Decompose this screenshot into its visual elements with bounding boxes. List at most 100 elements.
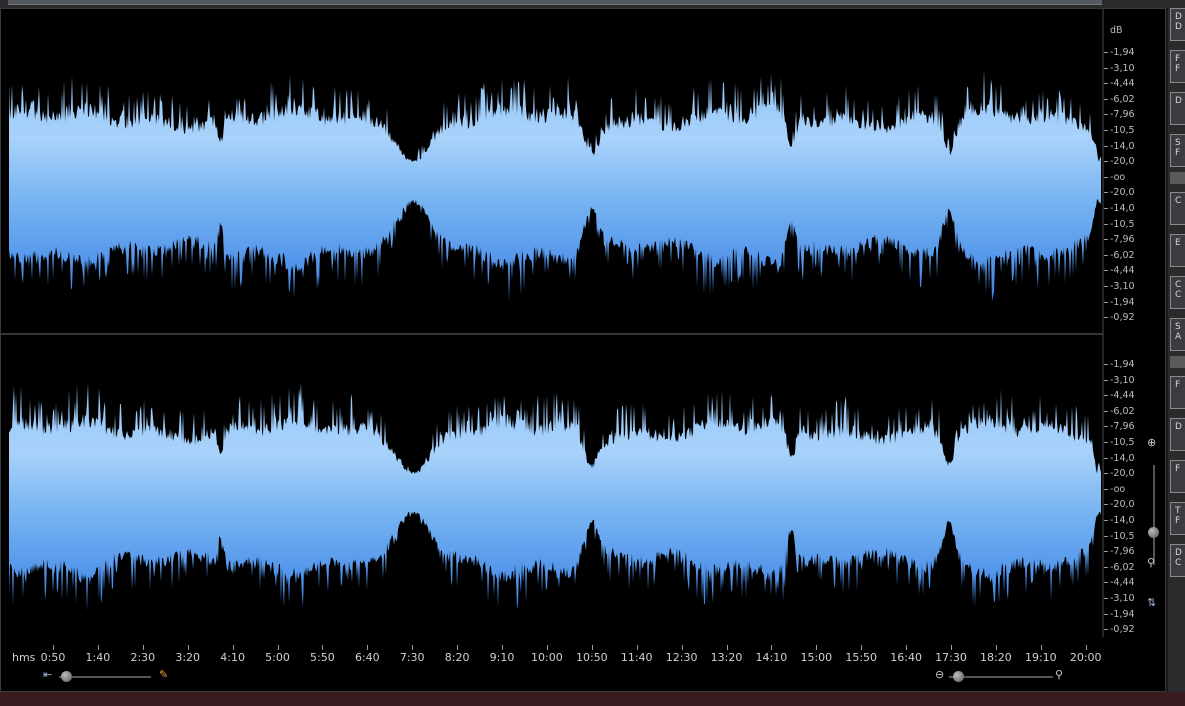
db-tick-label: -10,5 — [1104, 125, 1135, 136]
scroll-home-icon[interactable]: ⇤ — [43, 669, 52, 680]
scroll-slider-track[interactable] — [59, 676, 151, 678]
vertical-zoom-knob[interactable] — [1148, 527, 1159, 538]
db-tick-label: -20,0 — [1104, 468, 1135, 479]
sidebar-module-button[interactable]: D — [1170, 92, 1185, 125]
time-tick-label: 1:40 — [85, 651, 111, 664]
time-tick-label: 6:40 — [354, 651, 380, 664]
scroll-vertical-icon[interactable]: ⇅ — [1147, 597, 1156, 608]
db-tick-label: -0,92 — [1104, 312, 1135, 323]
time-tick — [457, 645, 459, 650]
db-tick-label: -3,10 — [1104, 63, 1135, 74]
zoom-out-icon[interactable]: ⊖ — [935, 669, 944, 680]
db-tick-label: -oo — [1104, 484, 1125, 495]
time-tick-label: 15:50 — [845, 651, 878, 664]
sidebar-module-button[interactable]: F — [1170, 376, 1185, 409]
db-tick-label: -10,5 — [1104, 437, 1135, 448]
db-tick-label: -0,92 — [1104, 624, 1135, 635]
zoom-in-icon[interactable]: ⊕ — [1147, 437, 1156, 448]
db-tick-label: -6,02 — [1104, 562, 1135, 573]
time-tick-label: 12:30 — [665, 651, 698, 664]
time-ruler[interactable]: hms 0:50 1:40 2:30 3:20 4:10 5:00 5:50 6:40 7:30… — [9, 645, 1103, 669]
time-tick-label: 0:50 — [40, 651, 66, 664]
time-tick-label: 10:00 — [531, 651, 563, 664]
bottom-panel — [0, 692, 1185, 706]
time-tick — [1040, 645, 1042, 650]
sidebar-module-button[interactable]: C C — [1170, 276, 1185, 309]
db-tick-label: -4,44 — [1104, 265, 1135, 276]
time-tick-label: 17:30 — [935, 651, 967, 664]
db-unit-label: dB — [1110, 25, 1123, 36]
db-tick-label: -7,96 — [1104, 421, 1135, 432]
sidebar-module-button[interactable]: E — [1170, 234, 1185, 267]
time-tick-label: 19:10 — [1024, 651, 1057, 664]
sidebar-module-button[interactable]: T F — [1170, 502, 1185, 535]
sidebar-module-button[interactable]: S A — [1170, 318, 1185, 351]
sidebar-module-button[interactable]: S F — [1170, 134, 1185, 167]
waveform-channel-left — [9, 68, 1101, 302]
time-tick — [995, 645, 997, 650]
pencil-icon[interactable]: ✎ — [159, 669, 168, 680]
db-tick-label: -6,02 — [1104, 250, 1135, 261]
sidebar-module-button[interactable]: D D — [1170, 8, 1185, 41]
db-tick-label: -20,0 — [1104, 187, 1135, 198]
zoom-fit-icon[interactable]: ⚲ — [1055, 669, 1063, 680]
db-tick-label: -14,0 — [1104, 453, 1135, 464]
waveform-display[interactable] — [1, 9, 1165, 691]
time-tick-label: 5:50 — [310, 651, 335, 664]
sidebar-module-button[interactable]: D — [1170, 418, 1185, 451]
time-tick — [816, 645, 818, 650]
vertical-zoom-out-icon[interactable]: ⚲ — [1147, 557, 1155, 568]
time-tick-label: 10:50 — [575, 651, 608, 664]
sidebar-module-button[interactable]: C — [1170, 192, 1185, 225]
time-tick-label: 14:10 — [755, 651, 788, 664]
db-tick-label: -20,0 — [1104, 156, 1135, 167]
db-tick-label: -20,0 — [1104, 499, 1135, 510]
time-tick — [187, 645, 189, 650]
time-tick — [771, 645, 773, 650]
waveform-editor[interactable]: dB -1,94 -3,10 -4,44 -6,02 -7,96 -10,5 -14,0 -2… — [0, 8, 1166, 692]
time-tick-label: 18:20 — [980, 651, 1012, 664]
db-tick-label: -14,0 — [1104, 203, 1135, 214]
sidebar-divider — [1170, 356, 1185, 368]
db-tick-label: -14,0 — [1104, 515, 1135, 526]
db-tick-label: -7,96 — [1104, 234, 1135, 245]
time-tick — [232, 645, 234, 650]
time-tick-label: 5:00 — [265, 651, 290, 664]
db-tick-label: -1,94 — [1104, 47, 1135, 58]
db-tick-label: -6,02 — [1104, 406, 1135, 417]
db-tick-label: -1,94 — [1104, 359, 1135, 370]
time-tick — [322, 645, 324, 650]
sidebar-module-button[interactable]: F — [1170, 460, 1185, 493]
time-format-label[interactable]: hms — [12, 651, 35, 664]
time-tick-label: 3:20 — [175, 651, 201, 664]
time-tick-label: 20:00 — [1069, 651, 1102, 664]
db-tick-label: -3,10 — [1104, 281, 1135, 292]
sidebar-module-button[interactable]: D C — [1170, 544, 1185, 577]
vertical-zoom-track[interactable] — [1153, 465, 1155, 565]
db-tick-label: -6,02 — [1104, 94, 1135, 105]
time-tick — [726, 645, 728, 650]
time-tick-label: 8:20 — [444, 651, 470, 664]
time-tick-label: 2:30 — [130, 651, 156, 664]
db-tick-label: -10,5 — [1104, 531, 1135, 542]
time-tick — [277, 645, 279, 650]
time-tick — [636, 645, 638, 650]
zoom-slider-track[interactable] — [949, 676, 1053, 678]
overview-scrollbar[interactable] — [8, 0, 1102, 5]
db-tick-label: -1,94 — [1104, 297, 1135, 308]
time-tick — [591, 645, 593, 650]
time-tick — [1085, 645, 1087, 650]
time-tick — [546, 645, 548, 650]
db-tick-label: -4,44 — [1104, 390, 1135, 401]
sidebar-module-button[interactable]: F F — [1170, 50, 1185, 83]
zoom-slider-knob[interactable] — [953, 671, 964, 682]
scroll-slider-knob[interactable] — [61, 671, 72, 682]
time-tick-label: 9:10 — [489, 651, 515, 664]
time-tick — [906, 645, 908, 650]
time-tick — [951, 645, 952, 650]
time-tick — [97, 645, 99, 650]
time-tick — [367, 645, 369, 650]
time-tick-label: 7:30 — [399, 651, 425, 664]
db-tick-label: -3,10 — [1104, 375, 1135, 386]
time-tick — [412, 645, 414, 650]
